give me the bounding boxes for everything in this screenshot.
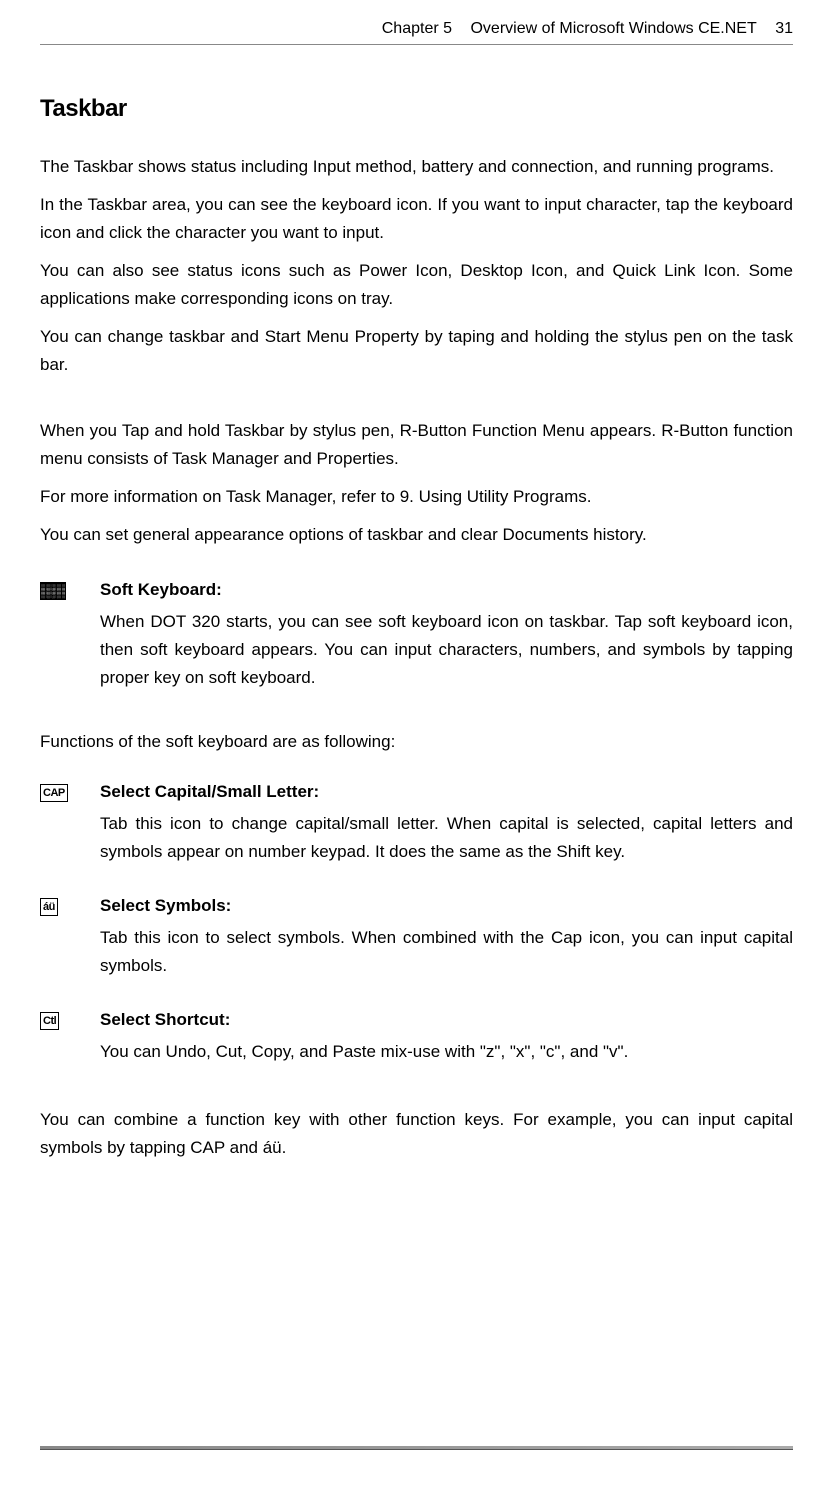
feature-icon-column: áü (40, 896, 100, 980)
feature-title: Select Symbols: (100, 896, 793, 916)
header-page-number: 31 (775, 20, 793, 37)
functions-intro: Functions of the soft keyboard are as fo… (40, 732, 793, 752)
page-header: Chapter 5 Overview of Microsoft Windows … (40, 20, 793, 45)
feature-cap: CAP Select Capital/Small Letter: Tab thi… (40, 782, 793, 866)
feature-icon-column: Ctl (40, 1010, 100, 1066)
feature-title: Select Shortcut: (100, 1010, 793, 1030)
paragraph: In the Taskbar area, you can see the key… (40, 191, 793, 247)
feature-text: You can Undo, Cut, Copy, and Paste mix-u… (100, 1038, 793, 1066)
symbols-icon: áü (40, 898, 58, 916)
paragraph: You can change taskbar and Start Menu Pr… (40, 323, 793, 379)
feature-icon-column (40, 580, 100, 692)
header-chapter: Chapter 5 (382, 20, 452, 37)
paragraph: For more information on Task Manager, re… (40, 483, 793, 511)
paragraph: You can also see status icons such as Po… (40, 257, 793, 313)
paragraph: The Taskbar shows status including Input… (40, 153, 793, 181)
paragraph-text: . (587, 487, 592, 506)
feature-symbols: áü Select Symbols: Tab this icon to sele… (40, 896, 793, 980)
footer-divider (40, 1446, 793, 1450)
ctl-icon: Ctl (40, 1012, 59, 1030)
keyboard-icon (40, 582, 66, 600)
feature-shortcut: Ctl Select Shortcut: You can Undo, Cut, … (40, 1010, 793, 1066)
feature-text: When DOT 320 starts, you can see soft ke… (100, 608, 793, 692)
reference-bold: 9. Using Utility Programs (400, 487, 587, 506)
feature-text: Tab this icon to select symbols. When co… (100, 924, 793, 980)
cap-icon: CAP (40, 784, 68, 802)
feature-icon-column: CAP (40, 782, 100, 866)
feature-soft-keyboard: Soft Keyboard: When DOT 320 starts, you … (40, 580, 793, 692)
paragraph: You can set general appearance options o… (40, 521, 793, 549)
paragraph-text: For more information on Task Manager, re… (40, 487, 400, 506)
paragraph: When you Tap and hold Taskbar by stylus … (40, 417, 793, 473)
header-title: Overview of Microsoft Windows CE.NET (470, 20, 756, 37)
feature-title: Select Capital/Small Letter: (100, 782, 793, 802)
section-title: Taskbar (40, 95, 793, 123)
closing-paragraph: You can combine a function key with othe… (40, 1106, 793, 1162)
feature-text: Tab this icon to change capital/small le… (100, 810, 793, 866)
feature-title: Soft Keyboard: (100, 580, 793, 600)
